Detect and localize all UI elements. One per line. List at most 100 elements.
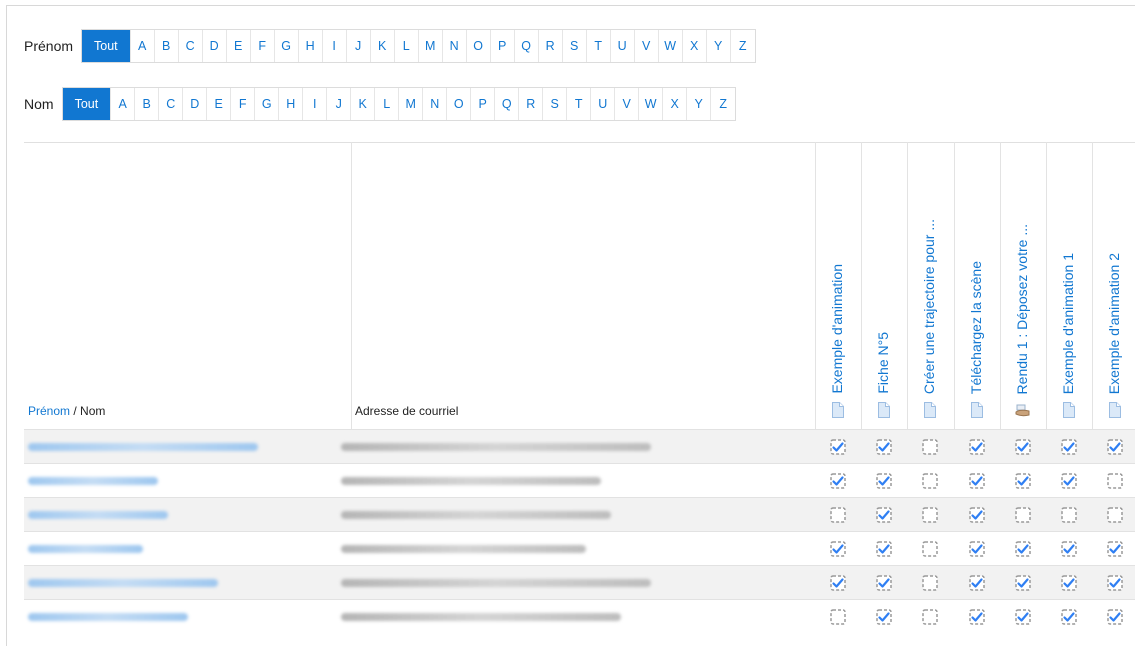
completed-checkbox-icon[interactable] <box>1107 541 1123 557</box>
completed-checkbox-icon[interactable] <box>1061 439 1077 455</box>
lastname-letter-k[interactable]: K <box>351 88 376 120</box>
firstname-letter-e[interactable]: E <box>227 30 251 62</box>
incomplete-checkbox-icon[interactable] <box>830 507 846 523</box>
completed-checkbox-icon[interactable] <box>876 541 892 557</box>
lastname-letter-w[interactable]: W <box>639 88 664 120</box>
lastname-letter-h[interactable]: H <box>279 88 304 120</box>
completed-checkbox-icon[interactable] <box>1061 541 1077 557</box>
completed-checkbox-icon[interactable] <box>876 575 892 591</box>
redacted-user-name[interactable] <box>28 443 258 451</box>
activity-header-4[interactable]: Téléchargez la scène <box>968 261 984 394</box>
firstname-letter-r[interactable]: R <box>539 30 563 62</box>
lastname-letter-m[interactable]: M <box>399 88 424 120</box>
lastname-letter-e[interactable]: E <box>207 88 232 120</box>
firstname-letter-i[interactable]: I <box>323 30 347 62</box>
completed-checkbox-icon[interactable] <box>969 473 985 489</box>
lastname-letter-a[interactable]: A <box>111 88 136 120</box>
lastname-letter-v[interactable]: V <box>615 88 640 120</box>
completed-checkbox-icon[interactable] <box>1061 473 1077 489</box>
firstname-letter-j[interactable]: J <box>347 30 371 62</box>
incomplete-checkbox-icon[interactable] <box>922 439 938 455</box>
lastname-letter-b[interactable]: B <box>135 88 160 120</box>
firstname-letter-a[interactable]: A <box>131 30 155 62</box>
firstname-letter-h[interactable]: H <box>299 30 323 62</box>
lastname-letter-f[interactable]: F <box>231 88 256 120</box>
firstname-letter-b[interactable]: B <box>155 30 179 62</box>
firstname-letter-all[interactable]: Tout <box>82 30 131 62</box>
incomplete-checkbox-icon[interactable] <box>1015 507 1031 523</box>
redacted-user-name[interactable] <box>28 579 218 587</box>
firstname-letter-u[interactable]: U <box>611 30 635 62</box>
lastname-letter-p[interactable]: P <box>471 88 496 120</box>
completed-checkbox-icon[interactable] <box>1015 541 1031 557</box>
incomplete-checkbox-icon[interactable] <box>1107 507 1123 523</box>
lastname-letter-r[interactable]: R <box>519 88 544 120</box>
completed-checkbox-icon[interactable] <box>876 609 892 625</box>
firstname-letter-p[interactable]: P <box>491 30 515 62</box>
activity-header-5[interactable]: Rendu 1 : Déposez votre ... <box>1014 224 1030 394</box>
activity-header-6[interactable]: Exemple d'animation 1 <box>1060 253 1076 394</box>
redacted-user-name[interactable] <box>28 545 143 553</box>
firstname-letter-n[interactable]: N <box>443 30 467 62</box>
completed-checkbox-icon[interactable] <box>969 609 985 625</box>
lastname-letter-c[interactable]: C <box>159 88 184 120</box>
completed-checkbox-icon[interactable] <box>1107 609 1123 625</box>
completed-checkbox-icon[interactable] <box>1107 439 1123 455</box>
completed-checkbox-icon[interactable] <box>876 507 892 523</box>
completed-checkbox-icon[interactable] <box>876 473 892 489</box>
firstname-letter-x[interactable]: X <box>683 30 707 62</box>
firstname-letter-q[interactable]: Q <box>515 30 539 62</box>
lastname-letter-n[interactable]: N <box>423 88 448 120</box>
incomplete-checkbox-icon[interactable] <box>922 575 938 591</box>
firstname-letter-s[interactable]: S <box>563 30 587 62</box>
lastname-letter-u[interactable]: U <box>591 88 616 120</box>
incomplete-checkbox-icon[interactable] <box>922 541 938 557</box>
completed-checkbox-icon[interactable] <box>1107 575 1123 591</box>
activity-header-2[interactable]: Fiche N°5 <box>875 332 891 394</box>
lastname-letter-s[interactable]: S <box>543 88 568 120</box>
incomplete-checkbox-icon[interactable] <box>922 473 938 489</box>
completed-checkbox-icon[interactable] <box>1015 609 1031 625</box>
lastname-letter-x[interactable]: X <box>663 88 688 120</box>
sort-firstname-link[interactable]: Prénom <box>28 404 70 418</box>
firstname-letter-w[interactable]: W <box>659 30 683 62</box>
completed-checkbox-icon[interactable] <box>1061 609 1077 625</box>
firstname-letter-l[interactable]: L <box>395 30 419 62</box>
completed-checkbox-icon[interactable] <box>1015 473 1031 489</box>
completed-checkbox-icon[interactable] <box>1061 575 1077 591</box>
redacted-user-name[interactable] <box>28 511 168 519</box>
firstname-letter-f[interactable]: F <box>251 30 275 62</box>
completed-checkbox-icon[interactable] <box>969 575 985 591</box>
incomplete-checkbox-icon[interactable] <box>1107 473 1123 489</box>
firstname-letter-z[interactable]: Z <box>731 30 755 62</box>
completed-checkbox-icon[interactable] <box>1015 575 1031 591</box>
lastname-letter-j[interactable]: J <box>327 88 352 120</box>
lastname-letter-z[interactable]: Z <box>711 88 735 120</box>
incomplete-checkbox-icon[interactable] <box>922 507 938 523</box>
firstname-letter-o[interactable]: O <box>467 30 491 62</box>
activity-header-1[interactable]: Exemple d'animation <box>829 264 845 394</box>
completed-checkbox-icon[interactable] <box>969 541 985 557</box>
completed-checkbox-icon[interactable] <box>830 541 846 557</box>
lastname-letter-y[interactable]: Y <box>687 88 712 120</box>
redacted-user-name[interactable] <box>28 613 188 621</box>
incomplete-checkbox-icon[interactable] <box>830 609 846 625</box>
incomplete-checkbox-icon[interactable] <box>922 609 938 625</box>
firstname-letter-t[interactable]: T <box>587 30 611 62</box>
lastname-letter-l[interactable]: L <box>375 88 400 120</box>
lastname-letter-i[interactable]: I <box>303 88 328 120</box>
lastname-letter-d[interactable]: D <box>183 88 208 120</box>
firstname-letter-k[interactable]: K <box>371 30 395 62</box>
firstname-letter-c[interactable]: C <box>179 30 203 62</box>
activity-header-3[interactable]: Créer une trajectoire pour ... <box>921 219 937 394</box>
firstname-letter-y[interactable]: Y <box>707 30 731 62</box>
firstname-letter-g[interactable]: G <box>275 30 299 62</box>
lastname-letter-o[interactable]: O <box>447 88 472 120</box>
redacted-user-name[interactable] <box>28 477 158 485</box>
completed-checkbox-icon[interactable] <box>830 473 846 489</box>
firstname-letter-m[interactable]: M <box>419 30 443 62</box>
completed-checkbox-icon[interactable] <box>969 507 985 523</box>
firstname-letter-v[interactable]: V <box>635 30 659 62</box>
completed-checkbox-icon[interactable] <box>830 575 846 591</box>
completed-checkbox-icon[interactable] <box>969 439 985 455</box>
